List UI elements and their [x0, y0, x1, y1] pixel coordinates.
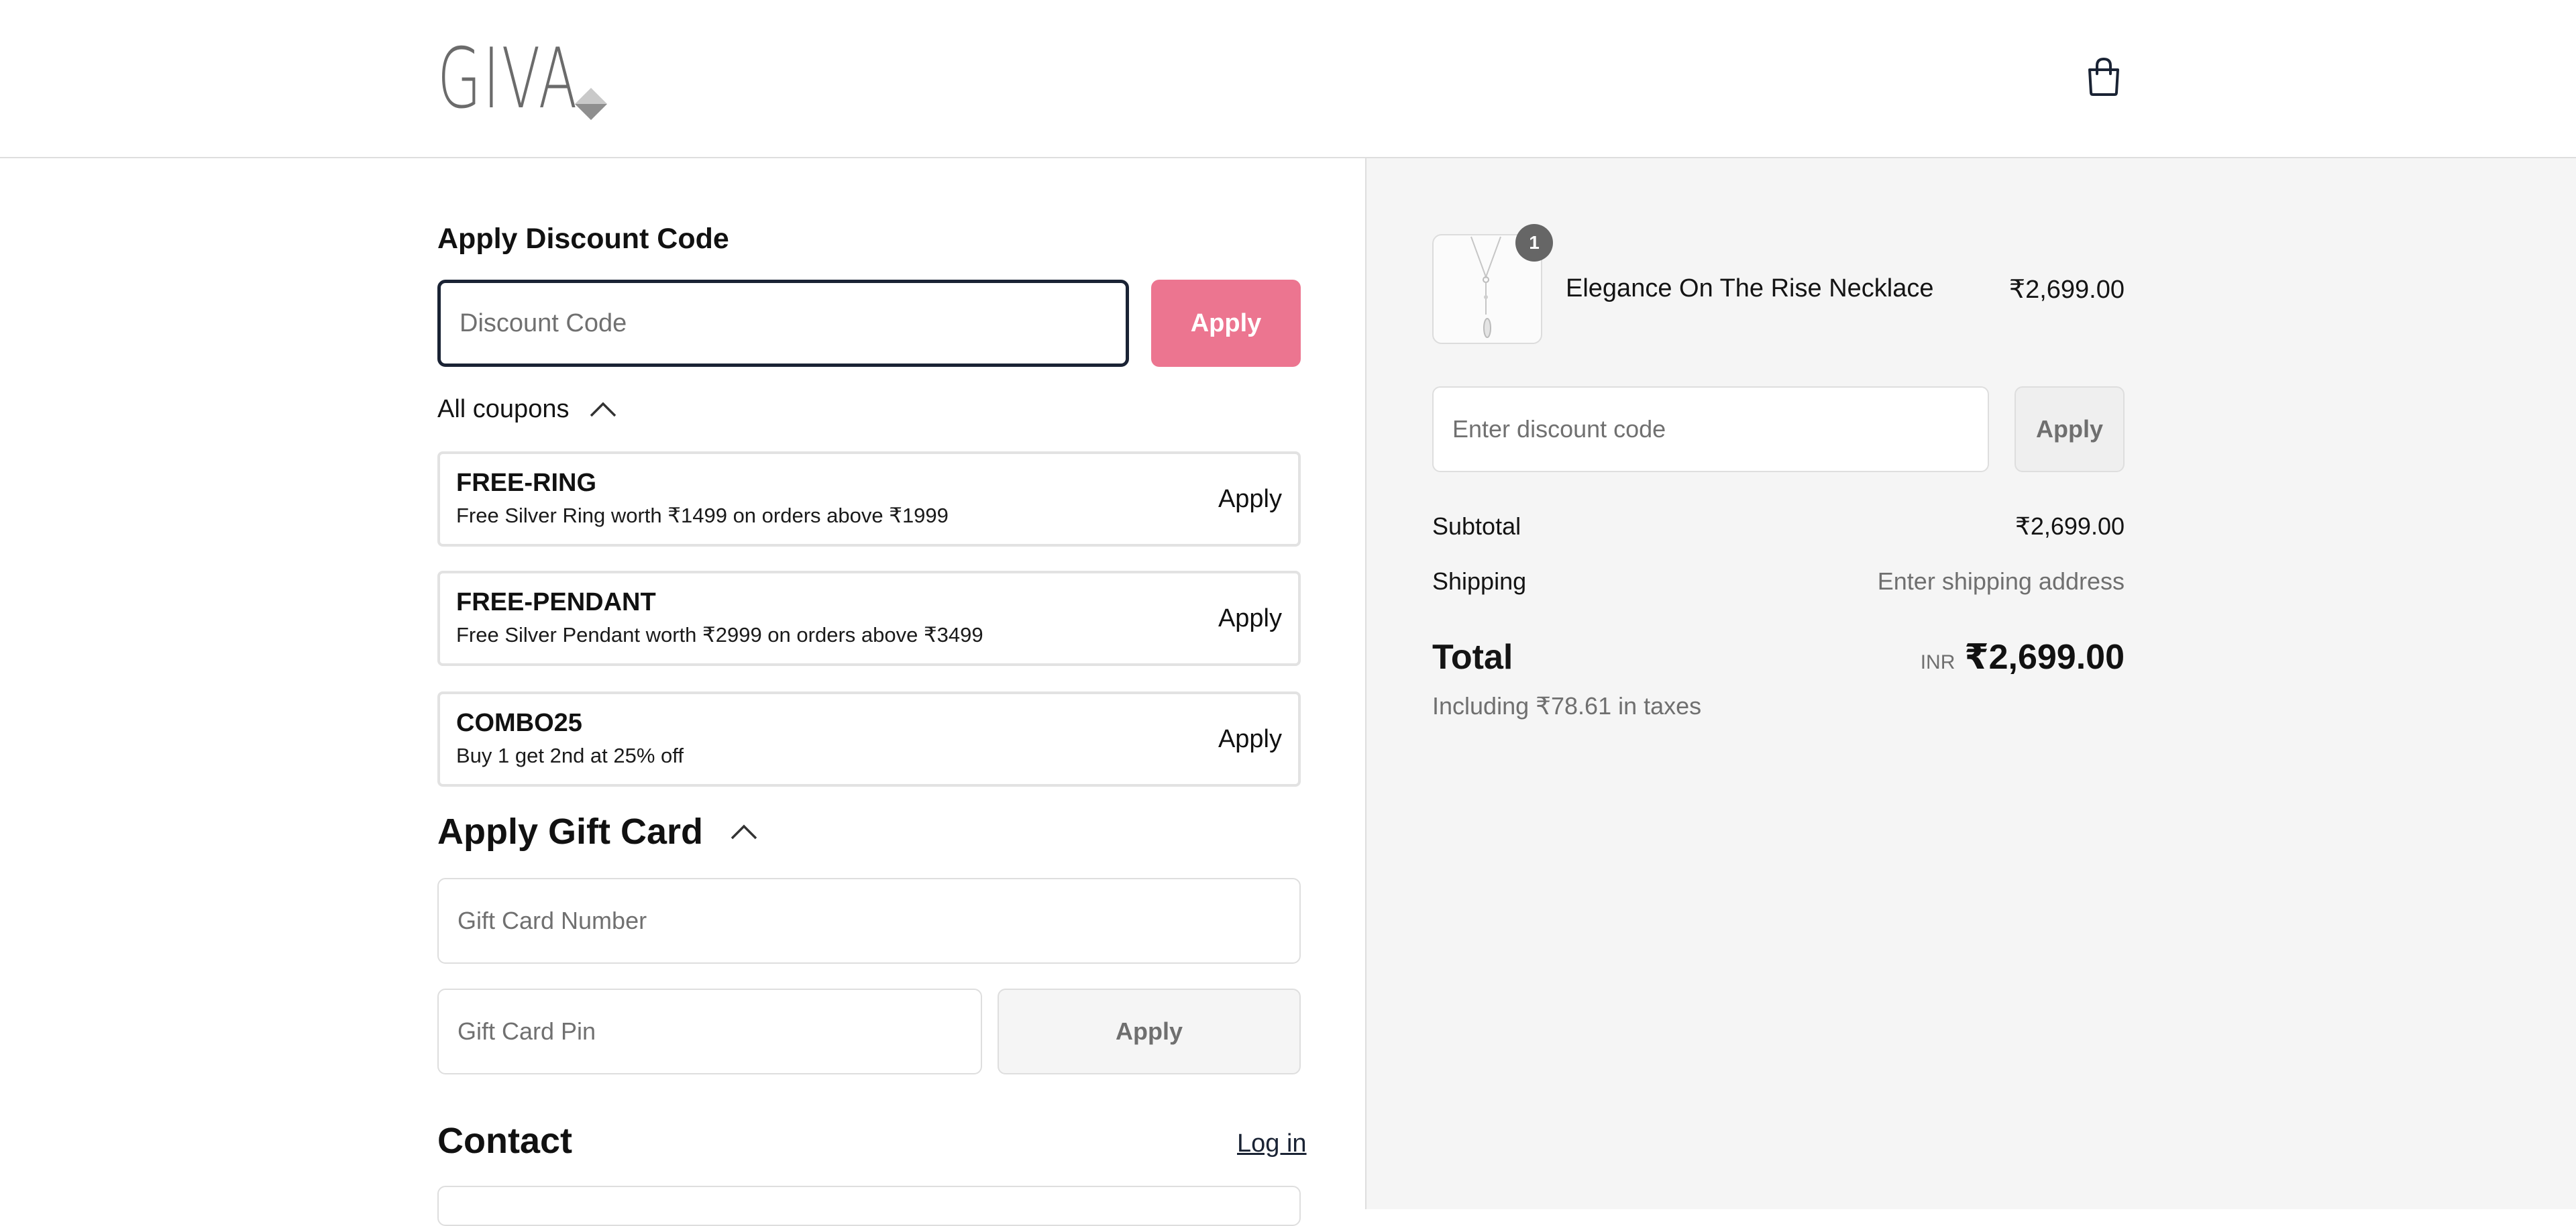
coupon-code: FREE-PENDANT [456, 588, 656, 616]
product-name: Elegance On The Rise Necklace [1566, 274, 1934, 302]
coupon-apply-button[interactable]: Apply [1218, 725, 1282, 754]
shipping-label: Shipping [1432, 567, 1527, 595]
coupon-description: Buy 1 get 2nd at 25% off [456, 744, 684, 767]
giva-logo[interactable]: GIVA [437, 31, 608, 127]
apply-discount-button[interactable]: Apply [1151, 280, 1301, 367]
quantity-badge: 1 [1515, 224, 1553, 262]
coupon-code: FREE-RING [456, 469, 596, 497]
chevron-up-icon [731, 824, 757, 840]
coupon-card[interactable]: FREE-PENDANT Free Silver Pendant worth ₹… [437, 571, 1301, 666]
coupon-code: COMBO25 [456, 709, 582, 737]
coupon-apply-button[interactable]: Apply [1218, 604, 1282, 633]
login-link[interactable]: Log in [1237, 1129, 1307, 1158]
coupon-description: Free Silver Ring worth ₹1499 on orders a… [456, 504, 949, 527]
product-price: ₹2,699.00 [2008, 276, 2125, 304]
subtotal-value: ₹2,699.00 [2015, 512, 2125, 540]
subtotal-label: Subtotal [1432, 512, 1521, 540]
currency-code: INR [1920, 651, 1955, 673]
total-amount: INR ₹2,699.00 [1921, 637, 2125, 677]
contact-title: Contact [437, 1121, 572, 1161]
coupon-card[interactable]: COMBO25 Buy 1 get 2nd at 25% off Apply [437, 691, 1301, 787]
gift-card-title: Apply Gift Card [437, 812, 704, 852]
shopping-bag-icon[interactable] [2082, 55, 2125, 98]
gift-card-toggle[interactable]: Apply Gift Card [437, 807, 758, 856]
coupon-card[interactable]: FREE-RING Free Silver Ring worth ₹1499 o… [437, 451, 1301, 547]
order-summary-panel [1365, 158, 2576, 1209]
total-label: Total [1432, 638, 1513, 677]
summary-discount-input[interactable] [1432, 386, 1989, 472]
all-coupons-toggle[interactable]: All coupons [437, 390, 617, 428]
all-coupons-label: All coupons [437, 394, 570, 423]
discount-code-input[interactable] [437, 280, 1129, 367]
apply-gift-card-button[interactable]: Apply [998, 989, 1301, 1074]
total-value: ₹2,699.00 [1964, 638, 2125, 677]
contact-email-input[interactable] [437, 1186, 1301, 1226]
discount-title: Apply Discount Code [437, 223, 729, 255]
chevron-up-icon [590, 402, 616, 417]
taxes-note: Including ₹78.61 in taxes [1432, 692, 1702, 720]
site-header: GIVA [0, 0, 2576, 158]
shipping-value: Enter shipping address [1877, 567, 2125, 595]
logo-diamond-icon [574, 87, 608, 121]
summary-apply-button[interactable]: Apply [2015, 386, 2125, 472]
gift-card-number-input[interactable] [437, 878, 1301, 964]
coupon-description: Free Silver Pendant worth ₹2999 on order… [456, 623, 983, 647]
gift-card-pin-input[interactable] [437, 989, 982, 1074]
logo-text: GIVA [437, 31, 580, 127]
coupon-apply-button[interactable]: Apply [1218, 485, 1282, 514]
